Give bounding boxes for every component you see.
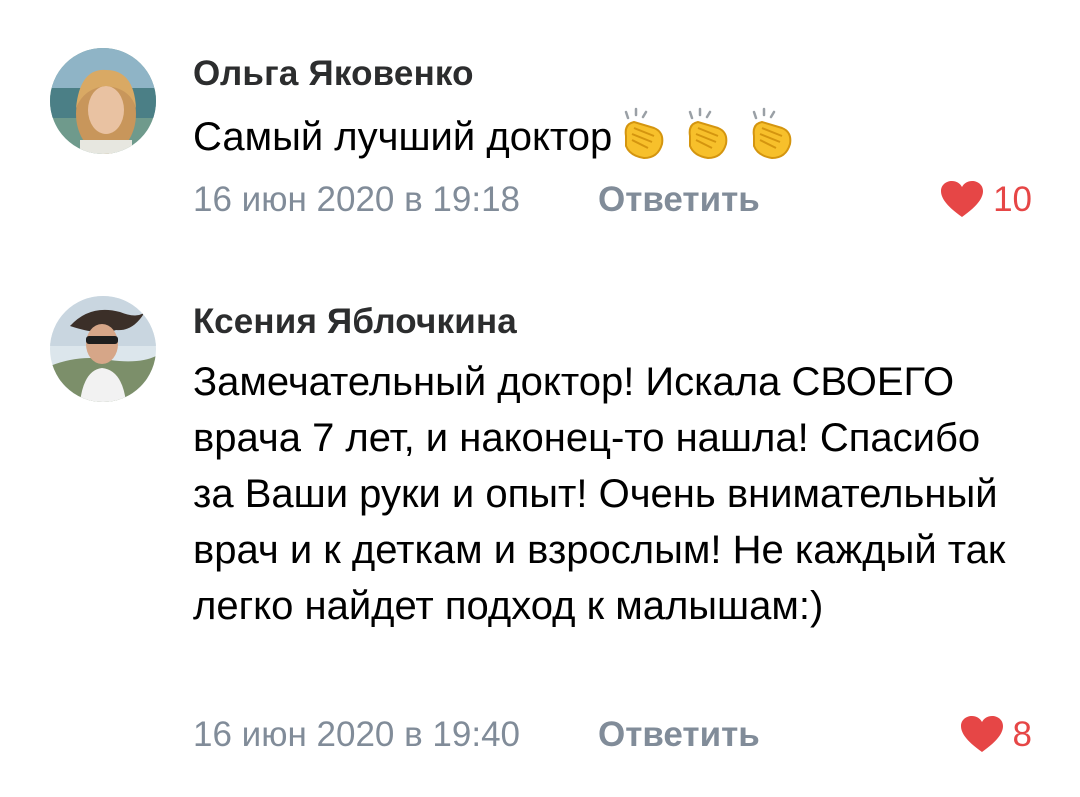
clap-icon bbox=[752, 107, 792, 160]
comment-text-content: Самый лучший доктор bbox=[193, 115, 613, 159]
comment-meta: 16 июн 2020 в 19:18 Ответить 10 bbox=[193, 180, 1032, 220]
comment-author[interactable]: Ольга Яковенко bbox=[193, 54, 474, 94]
comment-text: Самый лучший доктор bbox=[193, 106, 1023, 165]
avatar-photo-icon bbox=[50, 48, 156, 154]
reply-button[interactable]: Ответить bbox=[598, 180, 760, 220]
reply-button[interactable]: Ответить bbox=[598, 715, 760, 755]
comment-date[interactable]: 16 июн 2020 в 19:40 bbox=[193, 715, 520, 755]
comment-text: Замечательный доктор! Искала СВОЕГО врач… bbox=[193, 360, 1006, 628]
heart-icon bbox=[941, 181, 984, 217]
comment-meta: 16 июн 2020 в 19:40 Ответить 8 bbox=[193, 715, 1032, 755]
comment-author[interactable]: Ксения Яблочкина bbox=[193, 302, 517, 342]
like-button[interactable]: 10 bbox=[941, 180, 1032, 220]
like-count: 10 bbox=[993, 180, 1032, 219]
heart-icon bbox=[960, 716, 1003, 752]
avatar[interactable] bbox=[50, 296, 156, 402]
like-count: 8 bbox=[1012, 715, 1032, 754]
clap-icon bbox=[624, 107, 664, 160]
avatar[interactable] bbox=[50, 48, 156, 154]
like-button[interactable]: 8 bbox=[960, 715, 1032, 755]
clap-icon bbox=[688, 107, 728, 160]
comment-date[interactable]: 16 июн 2020 в 19:18 bbox=[193, 180, 520, 220]
avatar-photo-icon bbox=[50, 296, 156, 402]
